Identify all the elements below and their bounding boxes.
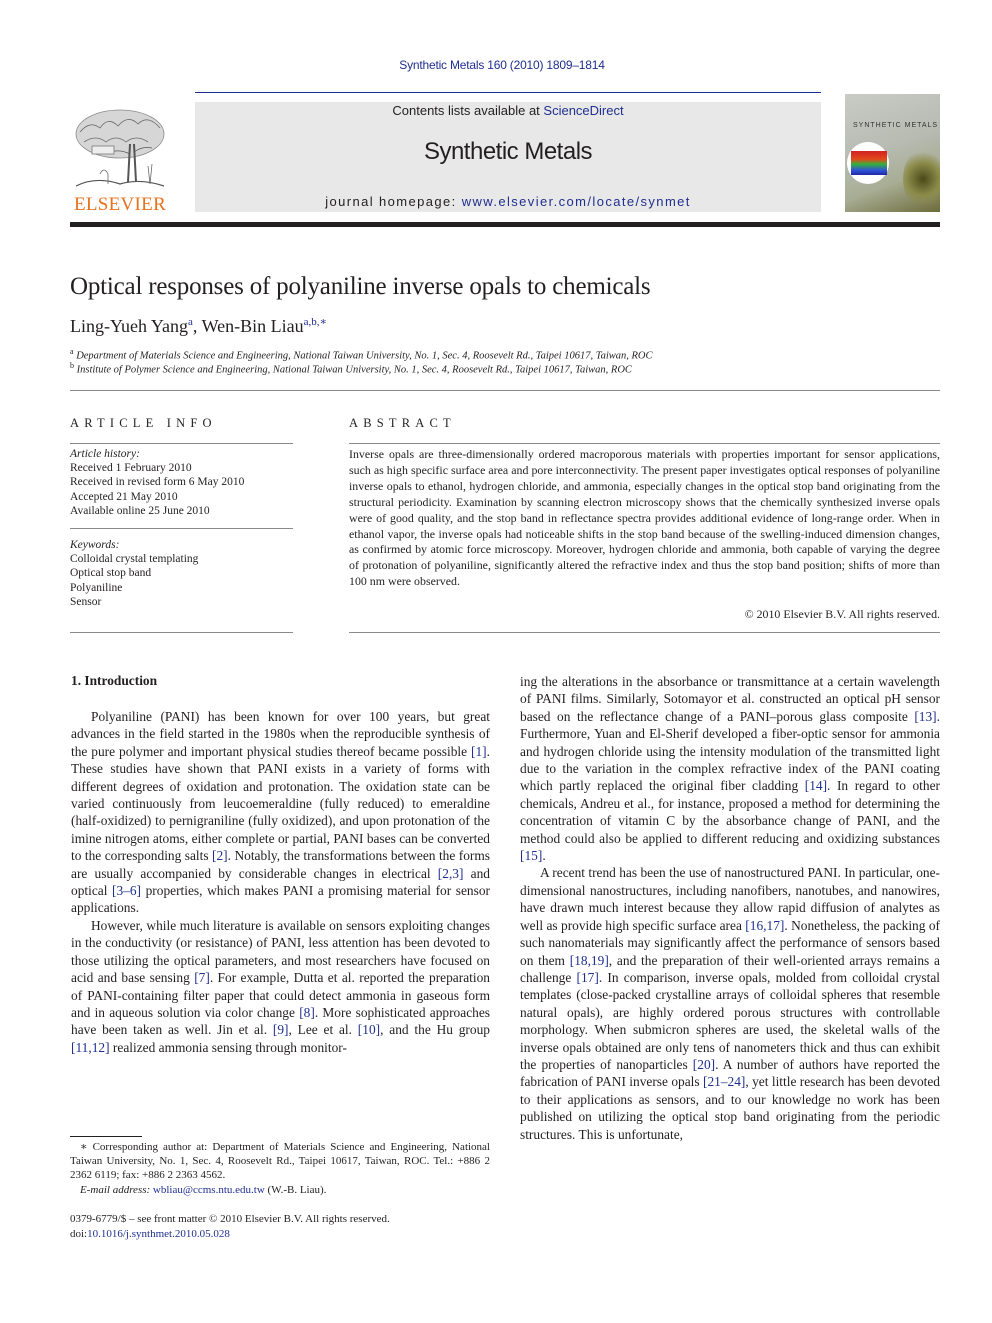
affiliation-text: Institute of Polymer Science and Enginee… xyxy=(76,364,632,376)
citation-link[interactable]: [2] xyxy=(212,848,228,863)
homepage-prefix: journal homepage: xyxy=(325,194,462,209)
paragraph: A recent trend has been the use of nanos… xyxy=(520,865,941,1142)
citation-link[interactable]: [10] xyxy=(358,1022,380,1037)
citation-link[interactable]: [11,12] xyxy=(71,1040,110,1055)
keyword: Sensor xyxy=(70,595,102,608)
keywords-label: Keywords: xyxy=(70,539,120,551)
citation-link[interactable]: [21–24] xyxy=(703,1074,745,1089)
citation-link[interactable]: [18,19] xyxy=(570,953,609,968)
issn-line: 0379-6779/$ – see front matter © 2010 El… xyxy=(70,1213,390,1225)
homepage-link[interactable]: www.elsevier.com/locate/synmet xyxy=(462,194,691,209)
author-list: Ling-Yueh Yanga, Wen-Bin Liaua,b,∗ xyxy=(70,316,327,336)
affiliation-key: b xyxy=(70,361,74,370)
citation-link[interactable]: [7] xyxy=(194,970,210,985)
paragraph: ing the alterations in the absorbance or… xyxy=(520,674,940,864)
affiliation: b Institute of Polymer Science and Engin… xyxy=(70,361,632,376)
contents-availability: Contents lists available at ScienceDirec… xyxy=(195,103,821,118)
keyword: Colloidal crystal templating xyxy=(70,553,199,566)
affiliation-text: Department of Materials Science and Engi… xyxy=(76,350,653,362)
footnote-rule xyxy=(70,1136,142,1137)
citation-link[interactable]: [15] xyxy=(520,848,542,863)
section-heading-introduction: 1. Introduction xyxy=(71,673,158,688)
paragraph: Polyaniline (PANI) has been known for ov… xyxy=(71,709,490,916)
citation-link[interactable]: [1] xyxy=(471,744,487,759)
divider xyxy=(70,443,293,444)
journal-citation-link[interactable]: Synthetic Metals 160 (2010) 1809–1814 xyxy=(0,58,992,72)
citation-link[interactable]: [20] xyxy=(693,1057,715,1072)
article-info-heading: ARTICLE INFO xyxy=(70,416,217,430)
front-matter: 0379-6779/$ – see front matter © 2010 El… xyxy=(70,1212,390,1241)
body-column-right: ing the alterations in the absorbance or… xyxy=(520,673,940,1143)
affiliation: a Department of Materials Science and En… xyxy=(70,347,653,362)
journal-cover-thumbnail[interactable]: SYNTHETIC METALS xyxy=(845,94,940,212)
doi-line: doi:10.1016/j.synthmet.2010.05.028 xyxy=(70,1227,390,1242)
keyword: Optical stop band xyxy=(70,567,152,580)
divider xyxy=(70,390,940,391)
abstract-copyright: © 2010 Elsevier B.V. All rights reserved… xyxy=(744,607,940,621)
journal-title: Synthetic Metals xyxy=(423,138,593,165)
history-label: Article history: xyxy=(70,448,140,460)
divider xyxy=(70,632,293,633)
divider xyxy=(70,528,293,529)
abstract-body: Inverse opals are three-dimensionally or… xyxy=(349,447,940,589)
cover-spectrum-image xyxy=(851,151,887,175)
citation-link[interactable]: [16,17] xyxy=(745,918,784,933)
author-name[interactable]: Ling-Yueh Yang xyxy=(70,316,188,336)
citation-link[interactable]: [3–6] xyxy=(112,883,141,898)
paragraph: However, while much literature is availa… xyxy=(71,917,490,1055)
body-column-left: Polyaniline (PANI) has been known for ov… xyxy=(71,708,490,1056)
author-affiliation-marker[interactable]: a,b,∗ xyxy=(304,316,327,328)
cover-decoration xyxy=(903,149,940,209)
elsevier-logo[interactable]: ELSEVIER xyxy=(70,104,170,216)
affiliation-key: a xyxy=(70,347,74,356)
history-item: Accepted 21 May 2010 xyxy=(70,490,178,503)
doi-link[interactable]: 10.1016/j.synthmet.2010.05.028 xyxy=(87,1228,230,1240)
article-history: Article history: Received 1 February 201… xyxy=(70,447,244,518)
email-label: E-mail address: xyxy=(80,1183,153,1196)
history-item: Received 1 February 2010 xyxy=(70,462,192,475)
header-rule xyxy=(195,92,821,93)
divider xyxy=(349,443,940,444)
citation-link[interactable]: [17] xyxy=(577,970,599,985)
keywords: Keywords: Colloidal crystal templating O… xyxy=(70,538,198,609)
sciencedirect-link[interactable]: ScienceDirect xyxy=(543,103,623,118)
cover-title: SYNTHETIC METALS xyxy=(853,122,939,129)
abstract-heading: ABSTRACT xyxy=(349,416,456,430)
email-link[interactable]: wbliau@ccms.ntu.edu.tw xyxy=(153,1184,265,1196)
header-thick-rule xyxy=(70,222,940,227)
email-suffix: (W.-B. Liau). xyxy=(264,1183,327,1196)
history-item: Received in revised form 6 May 2010 xyxy=(70,476,245,489)
divider xyxy=(349,632,940,633)
citation-link[interactable]: [8] xyxy=(299,1005,315,1020)
citation-link[interactable]: [14] xyxy=(805,778,827,793)
history-item: Available online 25 June 2010 xyxy=(70,504,210,517)
author-affiliation-marker[interactable]: a xyxy=(188,316,193,328)
keyword: Polyaniline xyxy=(70,581,123,594)
citation-link[interactable]: [9] xyxy=(273,1022,289,1037)
elsevier-tree-icon xyxy=(75,109,165,187)
author-name[interactable]: Wen-Bin Liau xyxy=(202,316,304,336)
doi-prefix: doi: xyxy=(70,1227,88,1240)
citation-link[interactable]: [13] xyxy=(914,709,936,724)
journal-homepage: journal homepage: www.elsevier.com/locat… xyxy=(195,194,821,209)
citation-link[interactable]: [2,3] xyxy=(438,866,464,881)
journal-masthead: Contents lists available at ScienceDirec… xyxy=(195,102,821,212)
email-line: E-mail address: wbliau@ccms.ntu.edu.tw (… xyxy=(70,1183,490,1197)
footnote-text: ∗ Corresponding author at: Department of… xyxy=(70,1141,490,1182)
corresponding-author-footnote: ∗ Corresponding author at: Department of… xyxy=(70,1140,490,1197)
contents-prefix: Contents lists available at xyxy=(392,103,544,118)
elsevier-wordmark: ELSEVIER xyxy=(73,194,167,215)
article-title: Optical responses of polyaniline inverse… xyxy=(70,273,651,300)
